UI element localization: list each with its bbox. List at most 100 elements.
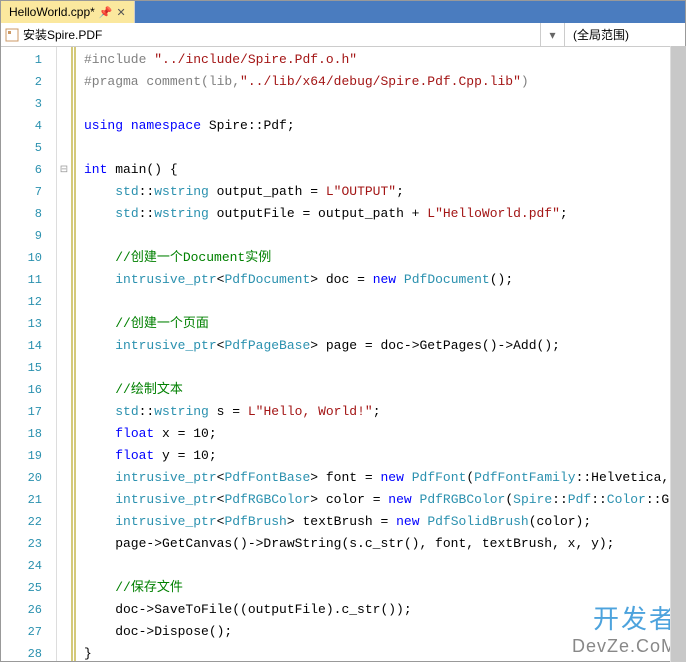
line-number: 3 (1, 93, 56, 115)
fold-marker (57, 247, 71, 269)
fold-marker (57, 335, 71, 357)
code-line[interactable]: float x = 10; (84, 423, 685, 445)
line-number-gutter: 1234567891011121314151617181920212223242… (1, 47, 57, 661)
line-number: 9 (1, 225, 56, 247)
fold-marker (57, 511, 71, 533)
code-editor[interactable]: 1234567891011121314151617181920212223242… (1, 47, 685, 661)
code-line[interactable]: intrusive_ptr<PdfBrush> textBrush = new … (84, 511, 685, 533)
fold-marker (57, 489, 71, 511)
code-line[interactable]: #pragma comment(lib,"../lib/x64/debug/Sp… (84, 71, 685, 93)
code-line[interactable] (84, 93, 685, 115)
fold-marker[interactable]: ⊟ (57, 159, 71, 181)
line-number: 14 (1, 335, 56, 357)
line-number: 11 (1, 269, 56, 291)
fold-marker (57, 467, 71, 489)
code-line[interactable]: intrusive_ptr<PdfDocument> doc = new Pdf… (84, 269, 685, 291)
code-line[interactable] (84, 225, 685, 247)
navigation-bar: 安装Spire.PDF ▾ (全局范围) (1, 23, 685, 47)
tab-title: HelloWorld.cpp* (9, 5, 95, 19)
fold-marker (57, 225, 71, 247)
code-line[interactable]: //创建一个页面 (84, 313, 685, 335)
line-number: 17 (1, 401, 56, 423)
nav-scope-left[interactable]: 安装Spire.PDF (1, 23, 541, 46)
nav-scope-right[interactable]: (全局范围) (565, 23, 685, 46)
code-line[interactable]: intrusive_ptr<PdfFontBase> font = new Pd… (84, 467, 685, 489)
fold-marker (57, 115, 71, 137)
line-number: 1 (1, 49, 56, 71)
fold-marker (57, 401, 71, 423)
code-line[interactable] (84, 137, 685, 159)
fold-marker (57, 445, 71, 467)
code-line[interactable]: //保存文件 (84, 577, 685, 599)
code-line[interactable]: int main() { (84, 159, 685, 181)
line-number: 12 (1, 291, 56, 313)
code-line[interactable]: std::wstring output_path = L"OUTPUT"; (84, 181, 685, 203)
code-line[interactable]: } (84, 643, 685, 661)
line-number: 10 (1, 247, 56, 269)
line-number: 5 (1, 137, 56, 159)
close-icon[interactable]: ✕ (117, 6, 126, 19)
fold-marker (57, 291, 71, 313)
fold-marker (57, 357, 71, 379)
line-number: 16 (1, 379, 56, 401)
fold-marker (57, 93, 71, 115)
fold-marker (57, 555, 71, 577)
fold-marker (57, 599, 71, 621)
line-number: 18 (1, 423, 56, 445)
fold-marker (57, 313, 71, 335)
code-line[interactable]: //绘制文本 (84, 379, 685, 401)
line-number: 4 (1, 115, 56, 137)
scroll-thumb[interactable] (671, 46, 686, 662)
line-number: 25 (1, 577, 56, 599)
line-number: 8 (1, 203, 56, 225)
fold-marker (57, 423, 71, 445)
fold-marker (57, 379, 71, 401)
fold-marker (57, 71, 71, 93)
code-line[interactable]: intrusive_ptr<PdfRGBColor> color = new P… (84, 489, 685, 511)
fold-marker (57, 203, 71, 225)
nav-left-label: 安装Spire.PDF (23, 26, 102, 43)
fold-marker (57, 49, 71, 71)
code-line[interactable]: std::wstring outputFile = output_path + … (84, 203, 685, 225)
code-line[interactable] (84, 357, 685, 379)
code-line[interactable] (84, 291, 685, 313)
fold-marker (57, 533, 71, 555)
nav-dropdown-left[interactable]: ▾ (541, 23, 565, 46)
chevron-down-icon: ▾ (549, 28, 555, 42)
line-number: 6 (1, 159, 56, 181)
line-number: 21 (1, 489, 56, 511)
code-line[interactable]: //创建一个Document实例 (84, 247, 685, 269)
code-line[interactable]: doc->SaveToFile((outputFile).c_str()); (84, 599, 685, 621)
vertical-scrollbar[interactable] (670, 46, 686, 662)
line-number: 23 (1, 533, 56, 555)
code-line[interactable]: std::wstring s = L"Hello, World!"; (84, 401, 685, 423)
line-number: 7 (1, 181, 56, 203)
line-number: 20 (1, 467, 56, 489)
line-number: 26 (1, 599, 56, 621)
line-number: 22 (1, 511, 56, 533)
fold-marker (57, 181, 71, 203)
line-number: 24 (1, 555, 56, 577)
line-number: 27 (1, 621, 56, 643)
line-number: 19 (1, 445, 56, 467)
code-line[interactable]: using namespace Spire::Pdf; (84, 115, 685, 137)
fold-marker (57, 577, 71, 599)
code-line[interactable]: doc->Dispose(); (84, 621, 685, 643)
code-area[interactable]: #include "../include/Spire.Pdf.o.h"#prag… (76, 47, 685, 661)
nav-right-label: (全局范围) (573, 26, 629, 43)
line-number: 2 (1, 71, 56, 93)
tab-bar: HelloWorld.cpp* 📌 ✕ (1, 1, 685, 23)
code-line[interactable]: #include "../include/Spire.Pdf.o.h" (84, 49, 685, 71)
fold-marker (57, 621, 71, 643)
pin-icon[interactable]: 📌 (99, 6, 113, 19)
code-line[interactable]: intrusive_ptr<PdfPageBase> page = doc->G… (84, 335, 685, 357)
module-icon (5, 28, 19, 42)
code-line[interactable] (84, 555, 685, 577)
code-line[interactable]: float y = 10; (84, 445, 685, 467)
fold-marker (57, 137, 71, 159)
line-number: 15 (1, 357, 56, 379)
code-line[interactable]: page->GetCanvas()->DrawString(s.c_str(),… (84, 533, 685, 555)
line-number: 13 (1, 313, 56, 335)
fold-column: ⊟ (57, 47, 71, 661)
active-tab[interactable]: HelloWorld.cpp* 📌 ✕ (1, 1, 135, 23)
